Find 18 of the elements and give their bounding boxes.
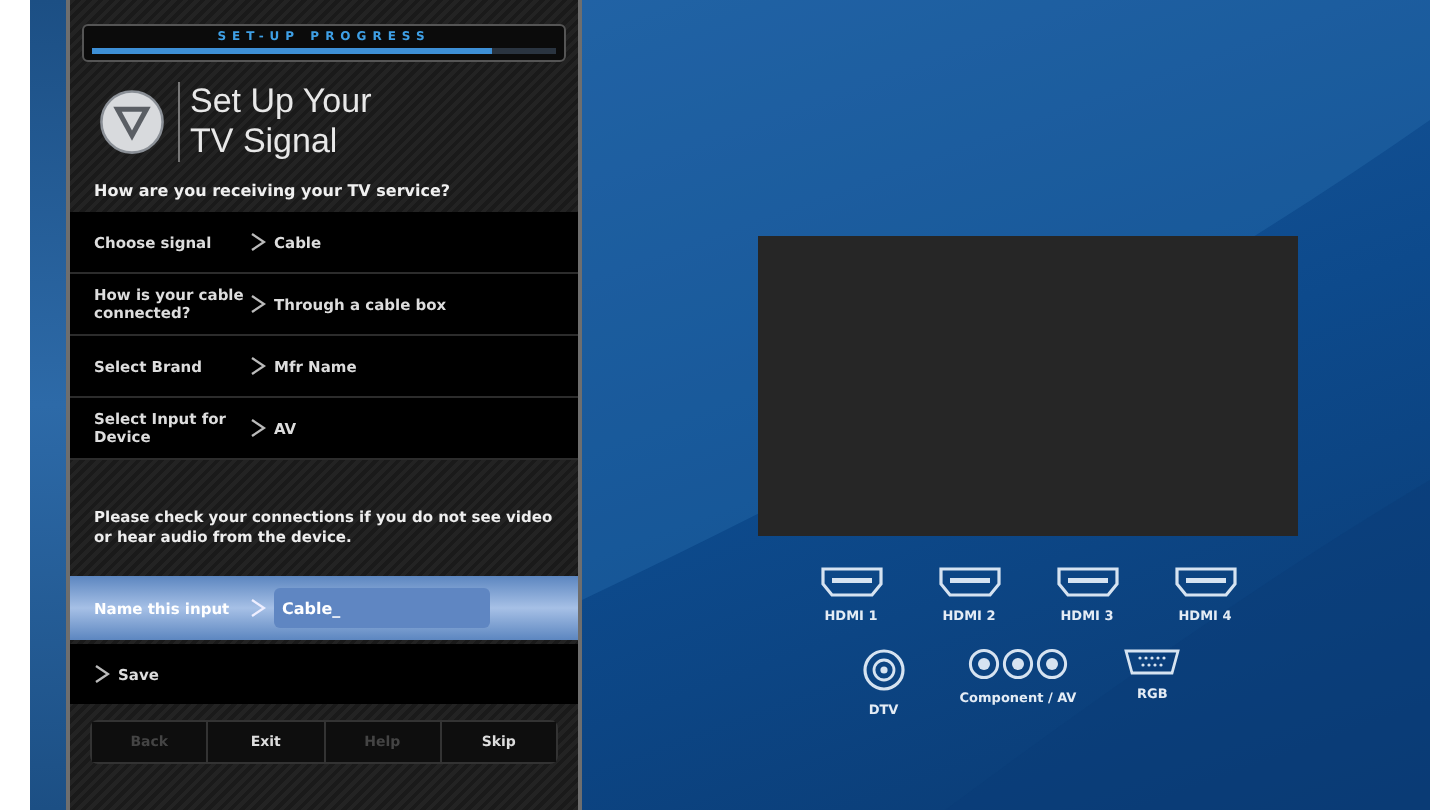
- hdmi-port-icon: [1173, 566, 1237, 598]
- rca-ports-icon: [967, 648, 1068, 680]
- chevron-icon: [94, 664, 110, 684]
- coax-port-icon: [861, 648, 906, 692]
- name-input-field[interactable]: Cable_: [274, 588, 490, 628]
- question-text: How are you receiving your TV service?: [92, 180, 453, 204]
- chevron-icon: [250, 418, 266, 438]
- chevron-icon: [250, 356, 266, 376]
- hdmi-port-icon: [937, 566, 1001, 598]
- hdmi-port-icon: [1055, 566, 1119, 598]
- title-line: Set Up Your: [190, 82, 372, 122]
- title-line: TV Signal: [190, 122, 340, 162]
- logo-icon: [98, 88, 166, 156]
- vga-port-icon: [1124, 648, 1181, 676]
- chevron-icon: [250, 598, 266, 618]
- hdmi-port-icon: [819, 566, 883, 598]
- chevron-icon: [250, 232, 266, 252]
- chevron-icon: [250, 294, 266, 314]
